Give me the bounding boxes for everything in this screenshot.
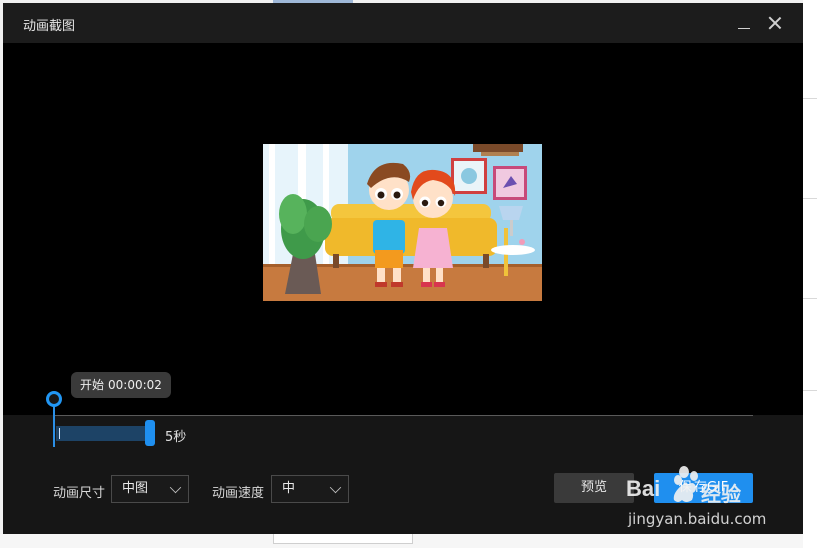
video-preview-area bbox=[3, 43, 803, 415]
animation-speed-label: 动画速度 bbox=[212, 486, 265, 501]
start-time-tooltip: 开始 00:00:02 bbox=[71, 372, 171, 398]
duration-label: 5秒 bbox=[165, 430, 187, 445]
selected-range-bar[interactable] bbox=[56, 426, 149, 441]
range-cursor bbox=[59, 428, 60, 439]
playhead-handle[interactable] bbox=[46, 391, 62, 407]
minimize-icon bbox=[738, 28, 750, 29]
close-button[interactable] bbox=[767, 15, 783, 31]
background-page-strip bbox=[803, 0, 817, 548]
animation-size-value: 中图 bbox=[122, 481, 149, 496]
video-frame bbox=[263, 144, 542, 301]
chevron-down-icon bbox=[169, 481, 182, 494]
chevron-down-icon bbox=[329, 481, 342, 494]
animation-speed-select[interactable]: 中 bbox=[271, 475, 349, 503]
timeline-panel: 开始 00:00:02 5秒 动画尺寸 中图 动画速度 中 预览 保存GIF bbox=[3, 372, 803, 534]
dialog-title: 动画截图 bbox=[23, 19, 76, 34]
animation-size-select[interactable]: 中图 bbox=[111, 475, 189, 503]
background-divider bbox=[803, 98, 817, 99]
cartoon-frame-image bbox=[263, 144, 542, 301]
range-end-handle[interactable] bbox=[145, 420, 155, 446]
background-divider bbox=[803, 298, 817, 299]
title-bar[interactable]: 动画截图 bbox=[3, 3, 803, 43]
save-button-prefix: 保 bbox=[678, 480, 692, 495]
playhead-line[interactable] bbox=[53, 401, 55, 447]
minimize-button[interactable] bbox=[736, 15, 752, 31]
animation-speed-value: 中 bbox=[282, 481, 296, 496]
preview-button[interactable]: 预览 bbox=[554, 473, 634, 503]
timeline-track[interactable] bbox=[53, 415, 753, 416]
background-input-box bbox=[273, 534, 413, 544]
save-gif-button[interactable]: 保存GIF bbox=[654, 473, 753, 503]
tooltip-time: 00:00:02 bbox=[108, 378, 162, 392]
background-divider bbox=[803, 198, 817, 199]
background-divider bbox=[803, 390, 817, 391]
animation-size-label: 动画尺寸 bbox=[53, 486, 106, 501]
save-button-text: 存GIF bbox=[693, 480, 729, 495]
tooltip-label: 开始 bbox=[80, 378, 105, 392]
animation-capture-dialog: 动画截图 开始 00:00:02 5秒 动画尺寸 中图 动画速度 中 预览 保 … bbox=[3, 3, 803, 534]
